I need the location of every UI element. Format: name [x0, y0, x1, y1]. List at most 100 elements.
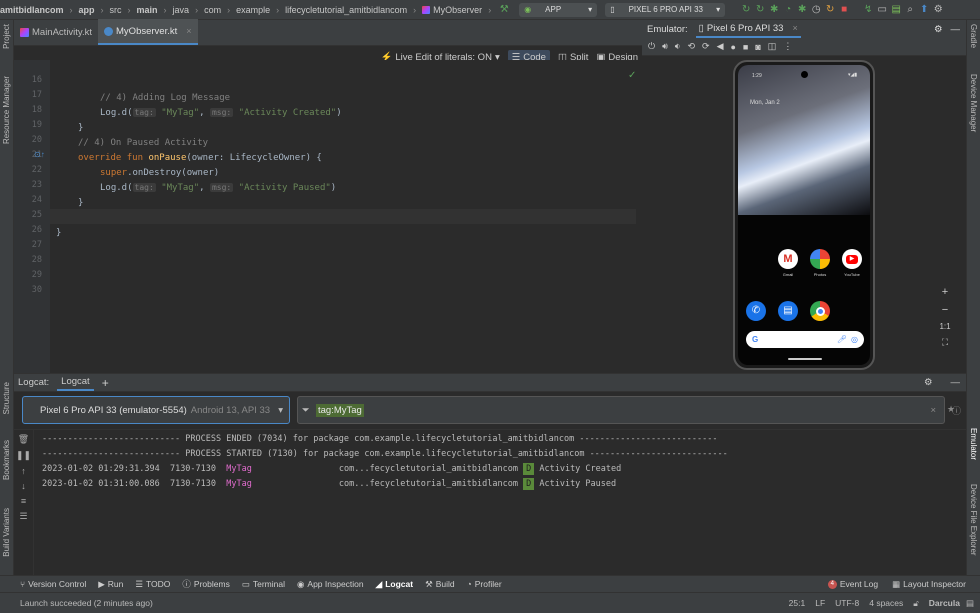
breadcrumb-src[interactable]: src	[110, 5, 122, 15]
tab-todo[interactable]: ☰ TODO	[135, 579, 170, 590]
coverage-icon[interactable]: ◷	[809, 4, 823, 15]
close-icon[interactable]: ×	[792, 23, 797, 34]
theme-name[interactable]: Darcula	[929, 598, 960, 608]
power-icon[interactable]: ⏻	[648, 41, 655, 52]
phone-app-icon[interactable]: ✆	[746, 301, 766, 321]
lens-icon[interactable]: ◎	[851, 335, 858, 344]
run-config-dropdown[interactable]: ◉ APP ▾	[519, 2, 598, 17]
google-search-bar[interactable]: G 🎤︎ ◎	[746, 331, 864, 348]
soft-wrap-icon[interactable]: ≡	[21, 496, 26, 506]
build-variants-tool-tab[interactable]: Build Variants	[2, 508, 11, 557]
tab-emulator-device[interactable]: ▯ Pixel 6 Pro API 33 ×	[695, 21, 801, 38]
gmail-app-icon[interactable]: M	[778, 249, 798, 269]
tab-event-log[interactable]: 4 Event Log	[827, 579, 878, 589]
scroll-up-icon[interactable]: ↑	[21, 466, 26, 476]
photos-app-icon[interactable]	[810, 249, 830, 269]
pause-icon[interactable]: ❚❚	[16, 450, 31, 461]
breadcrumb-java[interactable]: java	[173, 5, 190, 15]
line-separator[interactable]: LF	[815, 598, 825, 608]
tab-problems[interactable]: ⓘ Problems	[182, 578, 229, 590]
home-icon[interactable]: ●	[730, 42, 735, 52]
tab-my-observer[interactable]: MyObserver.kt ×	[98, 19, 198, 45]
breadcrumb-main[interactable]: main	[137, 5, 158, 15]
attach-debugger-icon[interactable]: ✱	[795, 4, 809, 15]
breadcrumb-project[interactable]: amitbidlancom	[0, 5, 64, 15]
settings-icon[interactable]: ⚙	[931, 4, 945, 15]
device-screen[interactable]: 1:29 ▾◢▮ Mon, Jan 2 M Gmail Photos ▶ You…	[738, 65, 870, 365]
extended-controls-icon[interactable]: ⋮	[783, 41, 792, 52]
tab-logcat-bottom[interactable]: ◢ Logcat	[376, 579, 413, 590]
rotate-right-icon[interactable]: ⟳	[702, 41, 710, 52]
breadcrumb-com[interactable]: com	[204, 5, 221, 15]
search-icon[interactable]: ⌕	[903, 4, 917, 15]
tab-main-activity[interactable]: MainActivity.kt	[14, 19, 98, 45]
structure-tool-tab[interactable]: Structure	[2, 382, 11, 414]
logcat-filter-input[interactable]: ⏷ tag:MyTag ×	[297, 396, 945, 424]
debug-icon[interactable]: ✱	[767, 4, 781, 15]
profile-icon[interactable]: ◔	[781, 4, 795, 15]
clear-log-icon[interactable]: 🗑︎	[18, 434, 29, 445]
fit-screen-icon[interactable]: ⛶	[942, 337, 948, 348]
tab-logcat[interactable]: Logcat	[57, 374, 94, 391]
sdk-manager-icon[interactable]: ▤	[889, 4, 903, 15]
tab-version-control[interactable]: ⑂ Version Control	[20, 579, 86, 589]
zoom-in-icon[interactable]: +	[942, 286, 948, 298]
chrome-app-icon[interactable]	[810, 301, 830, 321]
lock-icon[interactable]: 🔓︎	[913, 598, 919, 609]
logcat-output[interactable]: --------------------------- PROCESS ENDE…	[34, 430, 966, 575]
gradle-tool-tab[interactable]: Gradle	[969, 24, 978, 48]
close-icon[interactable]: ×	[186, 26, 191, 36]
rotate-left-icon[interactable]: ⟲	[687, 41, 695, 52]
status-message[interactable]: Launch succeeded (2 minutes ago)	[20, 598, 153, 608]
resource-manager-tool-tab[interactable]: Resource Manager	[2, 76, 11, 144]
help-icon[interactable]: ⓘ	[952, 404, 961, 417]
sync-gradle-icon[interactable]: ↯	[861, 4, 875, 15]
bookmarks-tool-tab[interactable]: Bookmarks	[2, 440, 11, 480]
update-icon[interactable]: ⬆	[917, 4, 931, 15]
tab-app-inspection[interactable]: ◉ App Inspection	[297, 579, 364, 590]
apply-code-changes-icon[interactable]: ↻	[753, 4, 767, 15]
minimize-icon[interactable]: —	[951, 377, 961, 388]
messages-app-icon[interactable]: ▤	[778, 301, 798, 321]
tab-terminal[interactable]: ▭ Terminal	[242, 579, 285, 590]
file-encoding[interactable]: UTF-8	[835, 598, 859, 608]
volume-up-icon[interactable]: 🔊︎	[662, 41, 668, 52]
device-dropdown[interactable]: ▯ PIXEL 6 PRO API 33 ▾	[605, 2, 726, 17]
snapshot-icon[interactable]: ◫	[768, 41, 777, 52]
zoom-ratio-button[interactable]: 1:1	[939, 322, 950, 331]
logcat-device-selector[interactable]: Pixel 6 Pro API 33 (emulator-5554) Andro…	[22, 396, 290, 424]
tab-build[interactable]: ⚒ Build	[425, 579, 455, 590]
zoom-out-icon[interactable]: −	[942, 304, 948, 316]
mic-icon[interactable]: 🎤︎	[837, 335, 847, 344]
device-manager-icon[interactable]: ▭	[875, 4, 889, 15]
minimize-icon[interactable]: —	[951, 24, 961, 35]
device-manager-tool-tab[interactable]: Device Manager	[969, 74, 978, 132]
breadcrumb-package[interactable]: lifecycletutorial_amitbidlancom	[285, 5, 407, 15]
back-icon[interactable]: ◀	[717, 41, 724, 52]
indent-setting[interactable]: 4 spaces	[869, 598, 903, 608]
overview-icon[interactable]: ■	[743, 42, 748, 52]
memory-icon[interactable]: ▤	[966, 598, 974, 609]
tab-layout-inspector[interactable]: ▦ Layout Inspector	[892, 579, 966, 590]
camera-icon[interactable]: ◙	[755, 42, 760, 52]
hammer-icon[interactable]: ⚒	[497, 4, 511, 15]
clear-icon[interactable]: ×	[930, 405, 936, 416]
add-tab-icon[interactable]: +	[102, 376, 109, 390]
breadcrumb-app[interactable]: app	[79, 5, 95, 15]
tab-profiler[interactable]: ◔ Profiler	[467, 579, 502, 589]
tab-run[interactable]: ▶ Run	[98, 579, 123, 590]
apply-changes-icon[interactable]: ↻	[739, 4, 753, 15]
volume-down-icon[interactable]: 🔉︎	[675, 41, 681, 52]
youtube-app-icon[interactable]: ▶	[842, 249, 862, 269]
stop-icon[interactable]: ■	[837, 4, 851, 15]
scroll-down-icon[interactable]: ↓	[21, 481, 26, 491]
gesture-bar[interactable]	[788, 358, 822, 360]
code-editor[interactable]: // 4) Adding Log Message Log.d(tag: "MyT…	[50, 60, 636, 373]
format-icon[interactable]: ☰	[19, 511, 27, 522]
breadcrumb-file[interactable]: MyObserver	[433, 5, 482, 15]
rerun-icon[interactable]: ↻	[823, 4, 837, 15]
caret-position[interactable]: 25:1	[789, 598, 806, 608]
override-marker-icon[interactable]: ⊙↑	[34, 150, 45, 159]
breadcrumb-example[interactable]: example	[236, 5, 270, 15]
project-tool-tab[interactable]: Project	[2, 24, 11, 49]
